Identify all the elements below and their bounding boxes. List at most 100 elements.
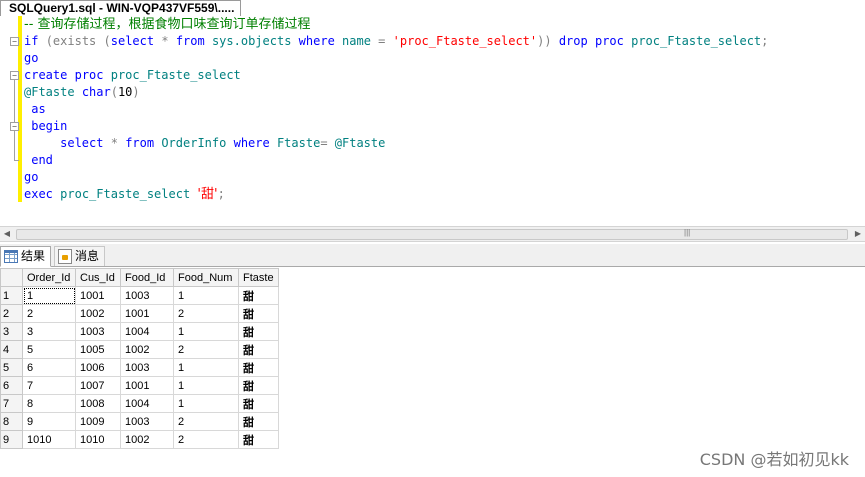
grid-cell[interactable]: 甜 <box>238 358 279 377</box>
document-tab-sqlquery1[interactable]: SQLQuery1.sql - WIN-VQP437VF559\..... <box>0 0 242 16</box>
outline-end <box>14 160 19 161</box>
grid-cell[interactable]: 3 <box>22 322 76 341</box>
collapse-proc-icon[interactable]: − <box>10 71 19 80</box>
scrollbar-grip-icon: ||| <box>684 228 691 237</box>
grid-cell[interactable]: 甜 <box>238 322 279 341</box>
row-number[interactable]: 2 <box>0 304 23 323</box>
grid-cell[interactable]: 甜 <box>238 286 279 305</box>
grid-cell[interactable]: 1009 <box>75 412 121 431</box>
grid-cell[interactable]: 1002 <box>120 340 174 359</box>
table-row[interactable]: 6 7 1007 1001 1 甜 <box>0 376 279 395</box>
results-grid: Order_Id Cus_Id Food_Id Food_Num Ftaste … <box>0 268 279 449</box>
editor-horizontal-scrollbar[interactable]: ◀ ||| ▶ <box>0 226 865 242</box>
grid-cell[interactable]: 2 <box>22 304 76 323</box>
grid-cell[interactable]: 甜 <box>238 304 279 323</box>
grid-cell[interactable]: 9 <box>22 412 76 431</box>
grid-cell[interactable]: 5 <box>22 340 76 359</box>
table-row[interactable]: 1 1 1001 1003 1 甜 <box>0 286 279 305</box>
code-line-4: create proc proc_Ftaste_select <box>24 68 241 82</box>
outline-guide <box>14 131 15 160</box>
scroll-right-icon[interactable]: ▶ <box>851 227 865 241</box>
table-row[interactable]: 4 5 1005 1002 2 甜 <box>0 340 279 359</box>
row-number[interactable]: 7 <box>0 394 23 413</box>
row-header-corner[interactable] <box>0 268 23 287</box>
result-tabs: 结果 消息 <box>0 244 865 267</box>
grid-cell[interactable]: 1003 <box>120 412 174 431</box>
row-number[interactable]: 9 <box>0 430 23 449</box>
scrollbar-thumb[interactable] <box>16 229 848 240</box>
column-header[interactable]: Food_Id <box>120 268 174 287</box>
grid-cell[interactable]: 1001 <box>120 376 174 395</box>
grid-cell[interactable]: 6 <box>22 358 76 377</box>
grid-cell[interactable]: 甜 <box>238 376 279 395</box>
code-line-11: exec proc_Ftaste_select '甜'; <box>24 187 225 202</box>
grid-cell[interactable]: 甜 <box>238 430 279 449</box>
code-line-9: end <box>31 153 53 167</box>
grid-cell[interactable]: 1002 <box>120 430 174 449</box>
grid-cell[interactable]: 1 <box>173 376 239 395</box>
scroll-left-icon[interactable]: ◀ <box>0 227 14 241</box>
grid-cell[interactable]: 1007 <box>75 376 121 395</box>
grid-cell[interactable]: 2 <box>173 304 239 323</box>
column-header[interactable]: Order_Id <box>22 268 76 287</box>
code-line-1: -- 查询存储过程，根据食物口味查询订单存储过程 <box>24 17 311 32</box>
table-row[interactable]: 7 8 1008 1004 1 甜 <box>0 394 279 413</box>
grid-header-row: Order_Id Cus_Id Food_Id Food_Num Ftaste <box>0 268 279 287</box>
row-number[interactable]: 6 <box>0 376 23 395</box>
grid-cell[interactable]: 1 <box>173 394 239 413</box>
row-number[interactable]: 8 <box>0 412 23 431</box>
row-number[interactable]: 5 <box>0 358 23 377</box>
row-number[interactable]: 3 <box>0 322 23 341</box>
grid-icon <box>4 250 18 263</box>
table-row[interactable]: 3 3 1003 1004 1 甜 <box>0 322 279 341</box>
code-line-8: select * from OrderInfo where Ftaste= @F… <box>60 136 386 150</box>
row-number[interactable]: 1 <box>0 286 23 305</box>
grid-cell[interactable]: 1003 <box>75 322 121 341</box>
grid-cell[interactable]: 2 <box>173 340 239 359</box>
grid-cell[interactable]: 1 <box>22 286 76 305</box>
column-header[interactable]: Ftaste <box>238 268 279 287</box>
grid-cell[interactable]: 2 <box>173 430 239 449</box>
grid-cell[interactable]: 1 <box>173 358 239 377</box>
grid-cell[interactable]: 1006 <box>75 358 121 377</box>
sql-editor[interactable]: − − − -- 查询存储过程，根据食物口味查询订单存储过程 if (exist… <box>0 16 865 226</box>
grid-cell[interactable]: 7 <box>22 376 76 395</box>
grid-cell[interactable]: 甜 <box>238 340 279 359</box>
grid-cell[interactable]: 1004 <box>120 394 174 413</box>
grid-cell[interactable]: 1008 <box>75 394 121 413</box>
row-number[interactable]: 4 <box>0 340 23 359</box>
code-line-10: go <box>24 170 39 184</box>
table-row[interactable]: 5 6 1006 1003 1 甜 <box>0 358 279 377</box>
tab-messages[interactable]: 消息 <box>54 246 106 266</box>
grid-cell[interactable]: 1001 <box>75 286 121 305</box>
code-line-2: if (exists (select * from sys.objects wh… <box>24 34 769 48</box>
watermark: CSDN @若如初见kk <box>699 450 849 469</box>
table-row[interactable]: 2 2 1002 1001 2 甜 <box>0 304 279 323</box>
column-header[interactable]: Cus_Id <box>75 268 121 287</box>
grid-cell[interactable]: 1003 <box>120 286 174 305</box>
grid-cell[interactable]: 1005 <box>75 340 121 359</box>
grid-cell[interactable]: 1001 <box>120 304 174 323</box>
collapse-if-icon[interactable]: − <box>10 37 19 46</box>
grid-cell[interactable]: 1010 <box>22 430 76 449</box>
grid-cell[interactable]: 1 <box>173 322 239 341</box>
grid-cell[interactable]: 1010 <box>75 430 121 449</box>
tab-results[interactable]: 结果 <box>0 246 52 267</box>
column-header[interactable]: Food_Num <box>173 268 239 287</box>
grid-cell[interactable]: 1002 <box>75 304 121 323</box>
code-line-5: @Ftaste char(10) <box>24 85 140 99</box>
grid-cell[interactable]: 甜 <box>238 412 279 431</box>
grid-cell[interactable]: 甜 <box>238 394 279 413</box>
document-tab-bar: SQLQuery1.sql - WIN-VQP437VF559\..... <box>0 0 865 16</box>
code-line-3: go <box>24 51 39 65</box>
grid-cell[interactable]: 1004 <box>120 322 174 341</box>
grid-cell[interactable]: 8 <box>22 394 76 413</box>
code-line-7: begin <box>31 119 68 133</box>
message-icon <box>58 249 72 264</box>
grid-cell[interactable]: 2 <box>173 412 239 431</box>
collapse-begin-icon[interactable]: − <box>10 122 19 131</box>
table-row[interactable]: 8 9 1009 1003 2 甜 <box>0 412 279 431</box>
grid-cell[interactable]: 1 <box>173 286 239 305</box>
table-row[interactable]: 9 1010 1010 1002 2 甜 <box>0 430 279 449</box>
grid-cell[interactable]: 1003 <box>120 358 174 377</box>
